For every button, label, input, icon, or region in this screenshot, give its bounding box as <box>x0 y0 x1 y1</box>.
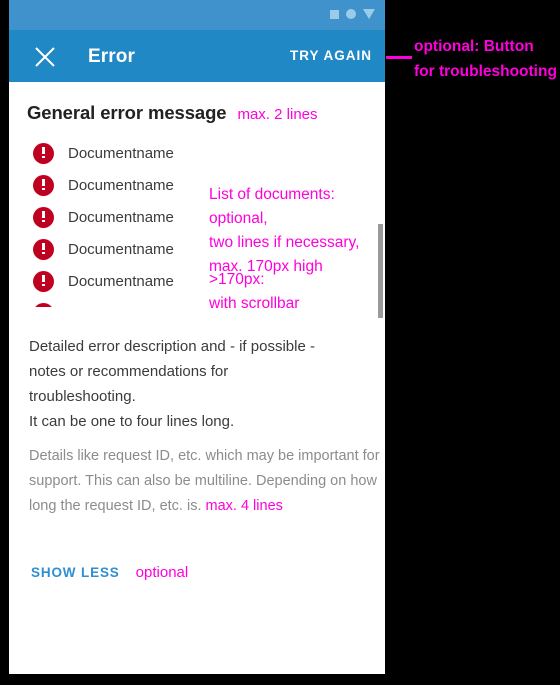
list-item-label: Documentname <box>68 305 174 308</box>
list-item-label: Documentname <box>68 208 174 226</box>
headline-row: General error message max. 2 lines <box>27 102 318 124</box>
list-item[interactable]: Documentname <box>9 137 385 169</box>
status-bar <box>9 0 385 30</box>
callout-leader-line <box>386 56 412 59</box>
square-icon <box>330 9 339 19</box>
list-item[interactable]: Documentname <box>9 297 385 307</box>
error-icon <box>33 270 54 292</box>
show-less-row: SHOW LESS optional <box>31 564 188 581</box>
app-bar: Error TRY AGAIN <box>9 30 385 82</box>
error-headline: General error message <box>27 102 227 123</box>
error-icon <box>33 142 54 164</box>
circle-icon <box>346 9 356 19</box>
close-icon[interactable] <box>34 46 56 68</box>
vertical-scrollbar[interactable] <box>378 224 383 318</box>
list-item-label: Documentname <box>68 240 174 258</box>
list-item-label: Documentname <box>68 272 174 290</box>
annotation-show-less-optional: optional <box>135 564 189 581</box>
page-title: Error <box>88 46 135 67</box>
error-icon <box>33 238 54 260</box>
dialog-content: General error message max. 2 lines Docum… <box>9 82 385 674</box>
status-bar-icons <box>330 9 375 19</box>
try-again-button[interactable]: TRY AGAIN <box>290 48 372 63</box>
annotation-list-note-2: >170px: with scrollbar <box>209 271 300 312</box>
error-dialog-window: Error TRY AGAIN General error message ma… <box>9 0 385 674</box>
list-item-label: Documentname <box>68 144 174 162</box>
annotation-support-max-lines: max. 4 lines <box>205 498 283 514</box>
detailed-error-description: Detailed error description and - if poss… <box>29 338 315 430</box>
annotation-list-note-1: List of documents: optional, two lines i… <box>209 186 360 275</box>
list-item-label: Documentname <box>68 176 174 194</box>
error-icon <box>33 302 54 307</box>
error-icon <box>33 206 54 228</box>
annotation-headline-max-lines: max. 2 lines <box>237 106 318 123</box>
triangle-down-icon <box>363 9 375 19</box>
show-less-button[interactable]: SHOW LESS <box>31 565 120 580</box>
annotation-try-again-callout: optional: Button for troubleshooting <box>414 38 557 80</box>
error-icon <box>33 174 54 196</box>
support-details-body: Details like request ID, etc. which may … <box>29 448 380 514</box>
support-details-text: Details like request ID, etc. which may … <box>29 444 381 519</box>
